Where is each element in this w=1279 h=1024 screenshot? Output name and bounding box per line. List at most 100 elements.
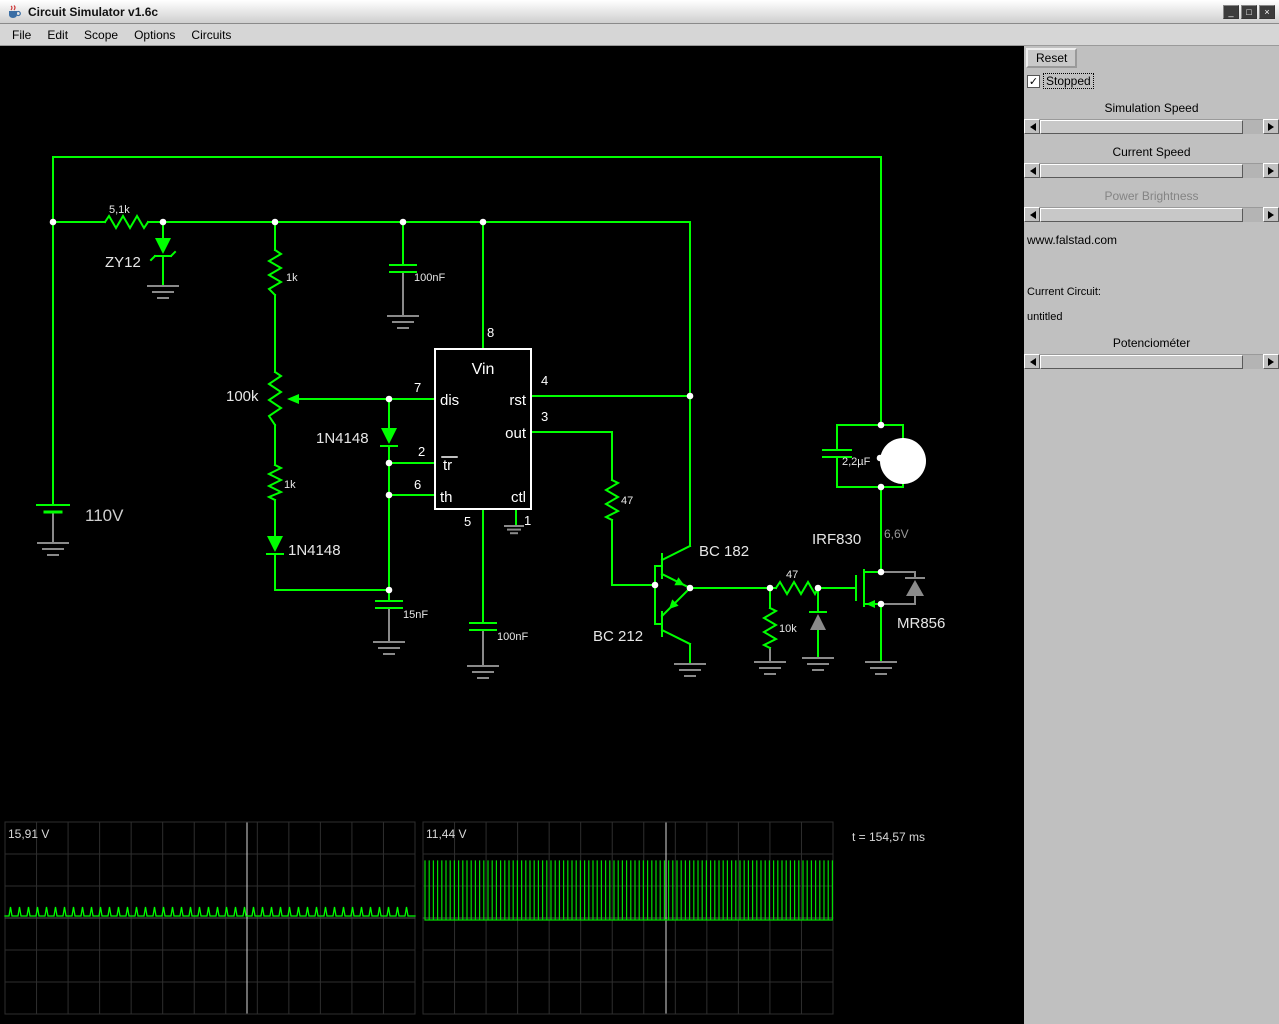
chip-pin-ctl: ctl (511, 489, 526, 506)
slider-arrow-right-icon[interactable] (1263, 119, 1279, 134)
power-brightness-slider[interactable] (1024, 207, 1279, 222)
resistor-5k1[interactable] (103, 214, 150, 230)
transistor-bc182[interactable] (660, 544, 692, 590)
potentiometer-label: Potenciométer (1112, 336, 1191, 350)
label-d-discharge: 1N4148 (288, 542, 341, 559)
java-icon (9, 4, 21, 18)
slider-track[interactable] (1040, 354, 1263, 369)
resistor-47-base[interactable] (603, 478, 621, 522)
menu-file[interactable]: File (4, 26, 39, 44)
slider-thumb[interactable] (1040, 120, 1243, 134)
capacitor-100nf-bottom[interactable] (469, 622, 497, 631)
potentiometer-100k[interactable] (267, 370, 283, 427)
simulation-speed-label: Simulation Speed (1104, 101, 1199, 115)
slider-arrow-left-icon[interactable] (1024, 354, 1040, 369)
zener-zy12[interactable] (149, 238, 177, 262)
label-d-flyback: MR856 (897, 615, 945, 632)
label-pnp: BC 212 (593, 628, 643, 645)
label-npn: BC 182 (699, 543, 749, 560)
diodes (149, 238, 925, 630)
label-d-charge: 1N4148 (316, 430, 369, 447)
potentiometer-wiper-arrow[interactable] (287, 394, 299, 404)
menubar: File Edit Scope Options Circuits (0, 24, 1279, 46)
capacitor-15nf[interactable] (375, 600, 403, 609)
slider-arrow-left-icon[interactable] (1024, 207, 1040, 222)
slider-arrow-right-icon[interactable] (1263, 163, 1279, 178)
scope-right[interactable]: 11,44 V (422, 821, 834, 1015)
mosfet-irf830[interactable] (855, 569, 882, 608)
capacitor-100nf-top[interactable] (389, 264, 417, 273)
titlebar[interactable]: Circuit Simulator v1.6c _ □ × (0, 0, 1279, 24)
label-r-top: 1k (286, 272, 298, 284)
pin-number-6: 6 (414, 477, 421, 492)
circuit-area[interactable]: Vin dis rst out tr th ctl 8 7 4 3 2 6 5 … (0, 46, 1024, 1024)
resistor-10k[interactable] (761, 606, 779, 650)
application-window: Circuit Simulator v1.6c _ □ × File Edit … (0, 0, 1279, 1024)
slider-track[interactable] (1040, 119, 1263, 134)
chip-pin-dis: dis (440, 392, 459, 409)
label-v-node: 6,6V (884, 527, 909, 541)
pin-number-4: 4 (541, 373, 548, 388)
voltage-source-110v[interactable] (36, 504, 70, 514)
transistor-bc212[interactable] (660, 586, 692, 646)
label-r-out: 47 (621, 495, 633, 507)
label-potentiometer: 100k (226, 388, 259, 405)
label-source-voltage: 110V (85, 506, 124, 525)
circuit-name: untitled (1027, 311, 1063, 323)
window-title: Circuit Simulator v1.6c (28, 4, 159, 19)
stopped-label[interactable]: Stopped (1043, 73, 1094, 89)
pin-number-7: 7 (414, 380, 421, 395)
label-c-snubber: 2,2µF (842, 456, 871, 468)
control-panel: Reset ✓ Stopped Simulation Speed Current… (1024, 46, 1279, 1024)
timer-chip-555[interactable]: Vin dis rst out tr th ctl 8 7 4 3 2 6 5 … (414, 325, 548, 529)
slider-arrow-left-icon[interactable] (1024, 163, 1040, 178)
minimize-button[interactable]: _ (1223, 4, 1239, 19)
zener-gate-clamp[interactable] (809, 611, 827, 630)
potentiometer-slider[interactable] (1024, 354, 1279, 369)
label-r-pulldown: 10k (779, 623, 797, 635)
slider-arrow-left-icon[interactable] (1024, 119, 1040, 134)
chip-pin-th: th (440, 489, 453, 506)
slider-track[interactable] (1040, 163, 1263, 178)
pin-number-8: 8 (487, 325, 494, 340)
resistor-1k-top[interactable] (267, 248, 283, 297)
label-c-supply: 100nF (414, 272, 445, 284)
current-speed-label: Current Speed (1112, 145, 1191, 159)
lamp[interactable] (880, 438, 926, 484)
maximize-button[interactable]: □ (1241, 4, 1257, 19)
slider-thumb[interactable] (1040, 164, 1243, 178)
label-c-timing: 15nF (403, 609, 428, 621)
menu-options[interactable]: Options (126, 26, 183, 44)
diode-1n4148-top[interactable] (380, 428, 398, 447)
menu-circuits[interactable]: Circuits (183, 26, 239, 44)
resistor-47-gate[interactable] (774, 580, 820, 597)
website-text: www.falstad.com (1027, 233, 1118, 247)
chip-pin-rst: rst (509, 392, 526, 409)
diode-mr856[interactable] (905, 577, 925, 596)
menu-edit[interactable]: Edit (39, 26, 76, 44)
slider-thumb[interactable] (1040, 355, 1243, 369)
label-zener-input: ZY12 (105, 254, 141, 271)
label-r-lower: 1k (284, 479, 296, 491)
current-speed-slider[interactable] (1024, 163, 1279, 178)
circuit-canvas[interactable]: Vin dis rst out tr th ctl 8 7 4 3 2 6 5 … (0, 46, 1024, 1024)
simulation-speed-slider[interactable] (1024, 119, 1279, 134)
reset-button[interactable]: Reset (1026, 48, 1078, 68)
slider-thumb[interactable] (1040, 208, 1243, 222)
diode-1n4148-bottom[interactable] (266, 536, 284, 555)
label-r-gate: 47 (786, 569, 798, 581)
scope-right-voltage: 11,44 V (426, 827, 466, 841)
stopped-checkbox[interactable]: ✓ (1027, 74, 1040, 88)
menu-scope[interactable]: Scope (76, 26, 126, 44)
chip-pin-tr: tr (443, 457, 452, 474)
resistor-1k-bottom[interactable] (266, 463, 284, 502)
slider-arrow-right-icon[interactable] (1263, 207, 1279, 222)
scope-left-voltage: 15,91 V (8, 827, 49, 841)
chip-pin-vin: Vin (472, 361, 495, 378)
label-r-input: 5,1k (109, 204, 130, 216)
slider-track[interactable] (1040, 207, 1263, 222)
close-button[interactable]: × (1259, 4, 1275, 19)
scope-left[interactable]: 15,91 V (4, 821, 416, 1015)
power-brightness-label: Power Brightness (1104, 189, 1199, 203)
slider-arrow-right-icon[interactable] (1263, 354, 1279, 369)
